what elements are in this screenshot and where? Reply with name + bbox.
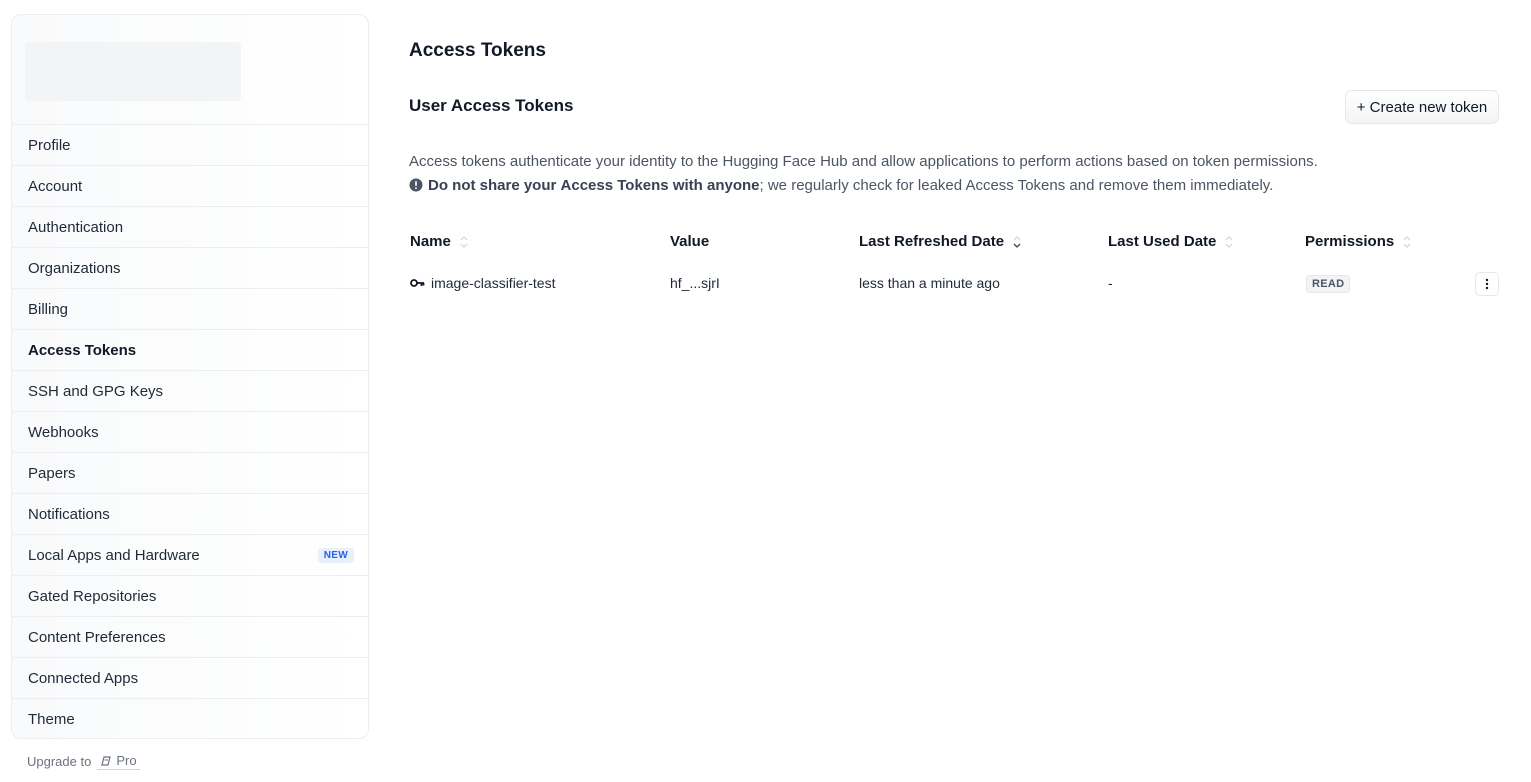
warning-rest: ; we regularly check for leaked Access T…	[759, 177, 1274, 194]
kebab-menu-icon	[1485, 278, 1489, 290]
sidebar-item-label: Papers	[28, 464, 76, 482]
section-title: User Access Tokens	[409, 96, 574, 115]
token-permissions-cell: READ	[1306, 275, 1351, 293]
description-text: Access tokens authenticate your identity…	[409, 153, 1318, 170]
upgrade-link[interactable]: Upgrade to Pro	[27, 752, 140, 770]
sidebar-item-label: Gated Repositories	[28, 587, 157, 605]
token-actions-menu-button[interactable]	[1475, 272, 1499, 296]
token-name-cell: image-classifier-test	[410, 275, 555, 291]
sidebar-item-label: Account	[28, 177, 83, 195]
column-header-last-refreshed[interactable]: Last Refreshed Date	[859, 233, 1022, 250]
column-header-name[interactable]: Name	[410, 233, 469, 250]
sidebar-item-access-tokens[interactable]: Access Tokens	[12, 330, 368, 371]
sort-icon	[460, 235, 468, 248]
upgrade-label: Upgrade to	[27, 753, 92, 769]
token-name: image-classifier-test	[431, 275, 556, 291]
column-label: Value	[670, 233, 710, 250]
pro-label: Pro	[116, 753, 137, 768]
sidebar-header	[12, 15, 368, 125]
permission-badge: READ	[1306, 275, 1351, 293]
sidebar-item-billing[interactable]: Billing	[12, 289, 368, 330]
pro-icon	[101, 755, 112, 766]
column-header-permissions[interactable]: Permissions	[1305, 233, 1412, 250]
column-label: Permissions	[1305, 233, 1395, 250]
sidebar-item-organizations[interactable]: Organizations	[12, 248, 368, 289]
warning-bold-2: Access Tokens	[560, 177, 669, 194]
sidebar-item-webhooks[interactable]: Webhooks	[12, 412, 368, 453]
avatar	[25, 42, 241, 101]
column-label: Last Used Date	[1108, 233, 1217, 250]
column-header-value: Value	[670, 233, 709, 250]
sidebar-item-notifications[interactable]: Notifications	[12, 494, 368, 535]
sidebar-item-papers[interactable]: Papers	[12, 453, 368, 494]
sort-icon	[1403, 235, 1411, 248]
token-last-used: -	[1108, 275, 1113, 291]
sidebar-item-label: Access Tokens	[28, 341, 137, 359]
sidebar-item-connected-apps[interactable]: Connected Apps	[12, 658, 368, 699]
new-badge: NEW	[317, 547, 354, 563]
sidebar-item-content-preferences[interactable]: Content Preferences	[12, 617, 368, 658]
description: Access tokens authenticate your identity…	[409, 150, 1318, 198]
sidebar-item-label: SSH and GPG Keys	[28, 382, 164, 400]
sidebar-item-label: Theme	[28, 711, 75, 728]
sidebar-item-local-apps[interactable]: Local Apps and Hardware NEW	[12, 535, 368, 576]
column-header-last-used[interactable]: Last Used Date	[1108, 233, 1234, 250]
page-title: Access Tokens	[409, 40, 546, 61]
token-last-refreshed: less than a minute ago	[859, 275, 1000, 291]
pro-badge: Pro	[97, 752, 140, 770]
sort-icon	[1225, 235, 1233, 248]
sidebar-item-ssh-gpg-keys[interactable]: SSH and GPG Keys	[12, 371, 368, 412]
sort-desc-icon	[1013, 235, 1021, 248]
sidebar-item-label: Content Preferences	[28, 628, 166, 646]
column-label: Name	[410, 233, 451, 250]
sidebar-item-label: Connected Apps	[28, 669, 139, 687]
settings-sidebar: Profile Account Authentication Organizat…	[11, 14, 369, 739]
create-new-token-button[interactable]: + Create new token	[1345, 90, 1499, 124]
sidebar-item-label: Organizations	[28, 259, 121, 277]
sidebar-item-gated-repositories[interactable]: Gated Repositories	[12, 576, 368, 617]
sidebar-item-label: Notifications	[28, 505, 110, 523]
sidebar-item-label: Profile	[28, 136, 71, 154]
warning-bold-3: with anyone	[672, 177, 760, 194]
sidebar-item-authentication[interactable]: Authentication	[12, 207, 368, 248]
token-value: hf_...sjrI	[670, 275, 720, 291]
sidebar-item-theme[interactable]: Theme	[12, 699, 368, 738]
sidebar-item-label: Local Apps and Hardware	[28, 546, 200, 564]
column-label: Last Refreshed Date	[859, 233, 1005, 250]
warning-bold-1: Do not share your	[428, 177, 557, 194]
sidebar-item-label: Webhooks	[28, 423, 99, 441]
exclamation-circle-icon	[409, 178, 423, 192]
sidebar-item-label: Authentication	[28, 218, 124, 236]
sidebar-item-profile[interactable]: Profile	[12, 125, 368, 166]
key-icon	[410, 279, 425, 287]
sidebar-item-account[interactable]: Account	[12, 166, 368, 207]
warning-text: Do not share your Access Tokens with any…	[409, 174, 1318, 198]
sidebar-item-label: Billing	[28, 300, 69, 318]
